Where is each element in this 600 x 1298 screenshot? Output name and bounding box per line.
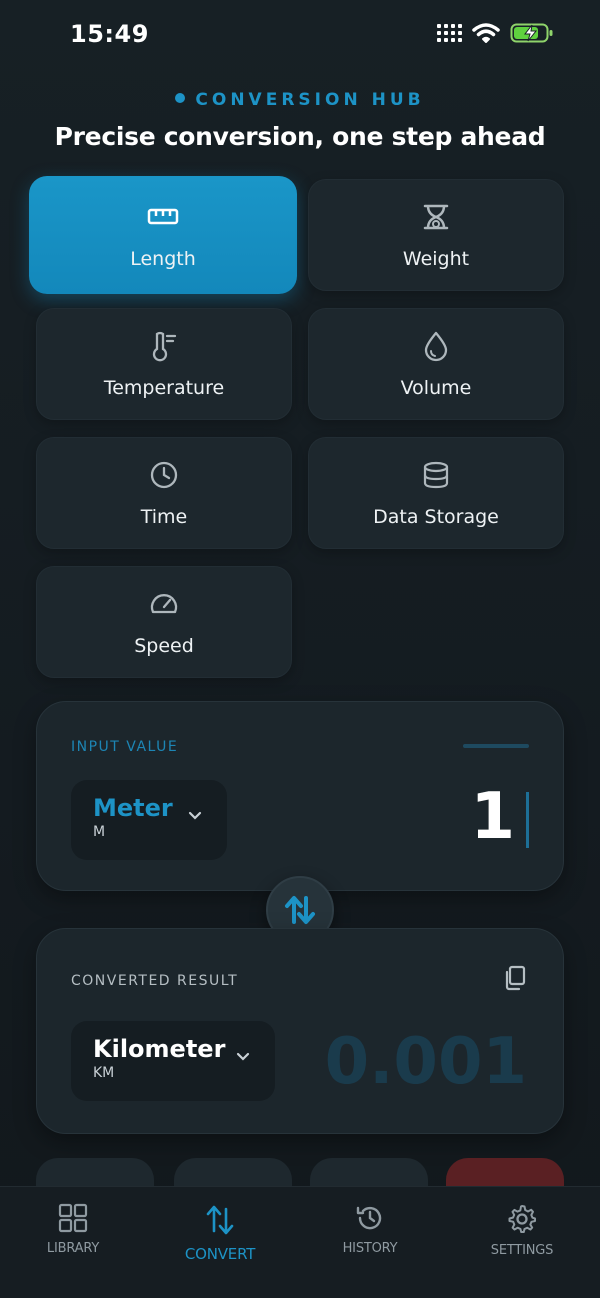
- input-unit-selector[interactable]: Meter M: [71, 780, 227, 860]
- history-icon: [356, 1206, 382, 1230]
- speedometer-icon: [147, 587, 181, 621]
- nav-label: LIBRARY: [46, 1241, 100, 1256]
- input-unit-abbr: M: [93, 824, 106, 840]
- result-unit-abbr: KM: [93, 1065, 115, 1081]
- swap-arrows-icon: [285, 896, 315, 924]
- category-label: Length: [130, 248, 196, 270]
- app-screen: 15:49 CONVERSION HUB Precise conversion,…: [0, 0, 600, 1298]
- category-speed[interactable]: Speed: [36, 566, 292, 678]
- thermometer-icon: [147, 329, 181, 363]
- wifi-icon: [472, 23, 500, 43]
- hub-kicker: CONVERSION HUB: [0, 90, 600, 110]
- cellular-signal-icon: [437, 24, 462, 42]
- nav-convert[interactable]: CONVERT: [160, 1203, 280, 1263]
- gear-icon: [508, 1205, 536, 1233]
- input-value-field[interactable]: 1: [470, 780, 515, 854]
- chevron-down-icon: [188, 811, 202, 820]
- nav-label: HISTORY: [342, 1241, 398, 1256]
- scale-icon: [419, 200, 453, 234]
- category-label: Volume: [400, 377, 472, 399]
- category-temperature[interactable]: Temperature: [36, 308, 292, 420]
- category-weight[interactable]: Weight: [308, 179, 564, 291]
- status-time: 15:49: [70, 20, 149, 48]
- status-icons: [437, 22, 554, 44]
- category-data-storage[interactable]: Data Storage: [308, 437, 564, 549]
- bottom-nav: LIBRARY CONVERT HISTORY SETTINGS: [0, 1186, 600, 1298]
- category-volume[interactable]: Volume: [308, 308, 564, 420]
- status-bar: 15:49: [0, 0, 600, 70]
- database-icon: [419, 458, 453, 492]
- nav-settings[interactable]: SETTINGS: [462, 1203, 582, 1258]
- category-time[interactable]: Time: [36, 437, 292, 549]
- nav-history[interactable]: HISTORY: [310, 1203, 430, 1256]
- category-label: Weight: [402, 248, 470, 270]
- category-label: Data Storage: [373, 506, 499, 528]
- ruler-icon: [146, 200, 180, 234]
- grid-icon: [58, 1203, 88, 1233]
- result-panel: CONVERTED RESULT Kilometer KM 0.001: [36, 928, 564, 1134]
- input-panel-title: INPUT VALUE: [71, 739, 179, 755]
- category-label: Time: [140, 506, 188, 528]
- nav-label: CONVERT: [184, 1245, 256, 1263]
- clock-icon: [147, 458, 181, 492]
- input-panel: INPUT VALUE Meter M 1: [36, 701, 564, 891]
- input-progress-bar: [463, 744, 529, 748]
- result-panel-title: CONVERTED RESULT: [71, 973, 239, 989]
- chevron-down-icon: [236, 1052, 250, 1061]
- droplet-icon: [419, 329, 453, 363]
- page-title: Precise conversion, one step ahead: [54, 122, 546, 151]
- category-length[interactable]: Length: [29, 176, 297, 294]
- nav-library[interactable]: LIBRARY: [13, 1203, 133, 1256]
- convert-arrows-icon: [206, 1205, 234, 1235]
- text-cursor: [526, 792, 529, 848]
- kicker-text: CONVERSION HUB: [195, 90, 425, 110]
- kicker-bullet: [175, 93, 186, 103]
- result-unit-name: Kilometer: [93, 1035, 226, 1063]
- category-label: Temperature: [103, 377, 225, 399]
- battery-charging-icon: [510, 23, 553, 43]
- result-unit-selector[interactable]: Kilometer KM: [71, 1021, 275, 1101]
- copy-icon[interactable]: [503, 965, 527, 991]
- category-label: Speed: [134, 635, 194, 657]
- result-value: 0.001: [324, 1025, 527, 1099]
- nav-label: SETTINGS: [490, 1243, 554, 1258]
